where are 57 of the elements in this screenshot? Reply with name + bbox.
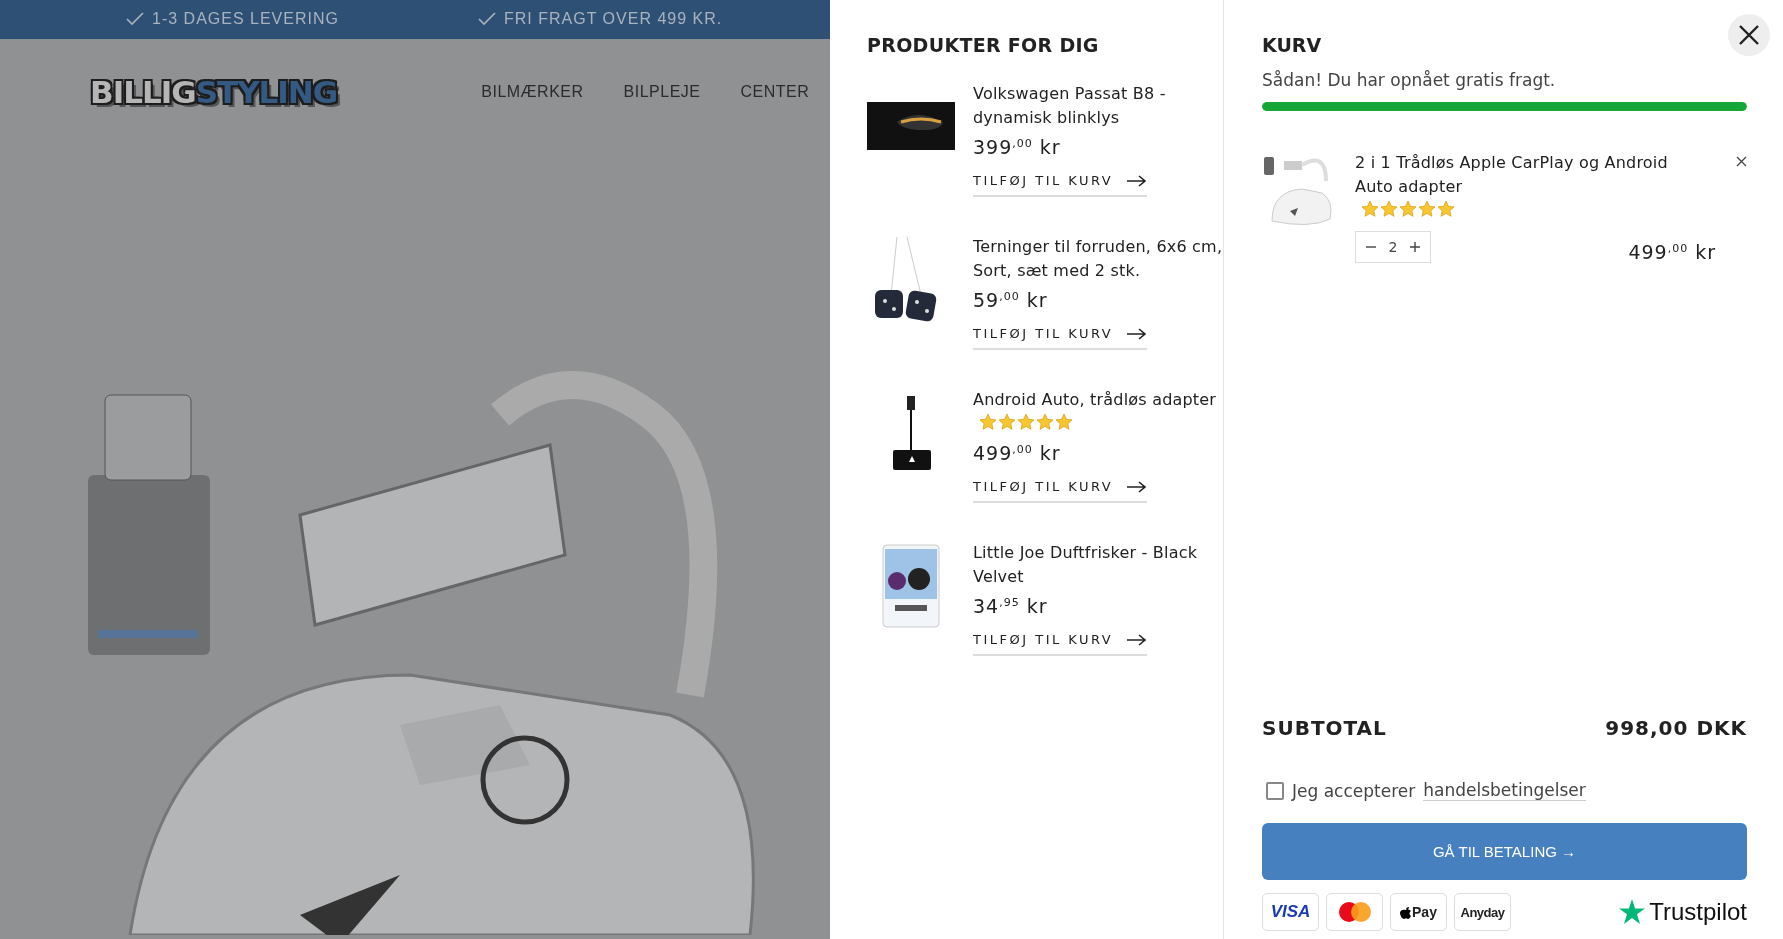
product-price: 34$^{,95}$ kr bbox=[973, 595, 1049, 617]
star-icon bbox=[1017, 413, 1035, 431]
star-icon bbox=[979, 413, 997, 431]
nav-link[interactable]: BILMÆRKER bbox=[481, 82, 584, 101]
close-icon bbox=[1738, 24, 1760, 46]
trustpilot-logo[interactable]: Trustpilot bbox=[1619, 898, 1747, 926]
star-icon bbox=[1418, 200, 1436, 218]
cart-title: KURV bbox=[1262, 34, 1323, 56]
star-icon bbox=[1380, 200, 1398, 218]
checkout-button[interactable]: GÅ TIL BETALING → bbox=[1262, 823, 1747, 880]
mastercard-icon bbox=[1338, 902, 1371, 922]
arrow-icon bbox=[1127, 480, 1148, 493]
section-title: PRODUKTER FOR DIG bbox=[867, 34, 1100, 56]
star-icon bbox=[998, 413, 1016, 431]
product-price: 59$^{,00}$ kr bbox=[973, 289, 1049, 311]
star-icon bbox=[1619, 899, 1646, 925]
quantity-value: 2 bbox=[1387, 239, 1399, 255]
product-name[interactable]: Android Auto, trådløs adapter bbox=[973, 388, 1217, 412]
quantity-stepper[interactable]: 2 bbox=[1355, 231, 1431, 263]
shipping-message: Sådan! Du har opnået gratis fragt. bbox=[1262, 70, 1557, 90]
add-to-cart-button[interactable]: TILFØJ TIL KURV bbox=[973, 479, 1148, 503]
subtotal-amount: 998,00 DKK bbox=[1605, 716, 1747, 740]
arrow-icon bbox=[1127, 174, 1148, 187]
star-icon bbox=[1437, 200, 1455, 218]
close-button[interactable] bbox=[1728, 14, 1770, 56]
usp-text: FRI FRAGT OVER 499 KR. bbox=[504, 10, 723, 29]
product-name[interactable]: 2 i 1 Trådløs Apple CarPlay og Android Auto adapter bbox=[1355, 151, 1698, 199]
anyday-logo: Anyday bbox=[1454, 893, 1511, 931]
nav-link[interactable]: BILPLEJE bbox=[623, 82, 701, 101]
product-price: 499$^{,00}$ kr bbox=[973, 442, 1062, 464]
arrow-icon bbox=[1127, 327, 1148, 340]
star-icon bbox=[1036, 413, 1054, 431]
close-icon bbox=[1736, 156, 1747, 167]
add-to-cart-button[interactable]: TILFØJ TIL KURV bbox=[973, 326, 1148, 350]
subtotal-label: SUBTOTAL bbox=[1262, 716, 1387, 740]
nav-link[interactable]: CENTER bbox=[740, 82, 810, 101]
terms-link[interactable]: handelsbetingelser bbox=[1423, 780, 1586, 801]
add-to-cart-button[interactable]: TILFØJ TIL KURV bbox=[973, 173, 1148, 197]
visa-logo: VISA bbox=[1262, 893, 1319, 931]
apple-icon bbox=[1400, 905, 1413, 919]
arrow-icon bbox=[1127, 633, 1148, 646]
add-to-cart-button[interactable]: TILFØJ TIL KURV bbox=[973, 632, 1148, 656]
product-name[interactable]: Little Joe Duftfrisker - Black Velvet bbox=[973, 541, 1223, 589]
check-icon bbox=[478, 12, 496, 27]
product-name[interactable]: Volkswagen Passat B8 - dynamisk blinklys bbox=[973, 82, 1223, 130]
apple-pay-logo: Pay bbox=[1390, 893, 1447, 931]
check-icon bbox=[126, 12, 144, 27]
star-icon bbox=[1399, 200, 1417, 218]
item-price: 499$^{,00}$ kr bbox=[1628, 241, 1716, 263]
terms-checkbox[interactable] bbox=[1266, 781, 1284, 800]
terms-label: Jeg accepterer bbox=[1292, 780, 1416, 801]
product-price: 399$^{,00}$ kr bbox=[973, 136, 1062, 158]
star-icon bbox=[1361, 200, 1379, 218]
usp-text: 1-3 DAGES LEVERING bbox=[152, 10, 339, 29]
product-name[interactable]: Terninger til forruden, 6x6 cm, Sort, sæt med 2 stk. bbox=[973, 235, 1223, 283]
star-icon bbox=[1055, 413, 1073, 431]
plus-icon bbox=[1410, 242, 1420, 252]
